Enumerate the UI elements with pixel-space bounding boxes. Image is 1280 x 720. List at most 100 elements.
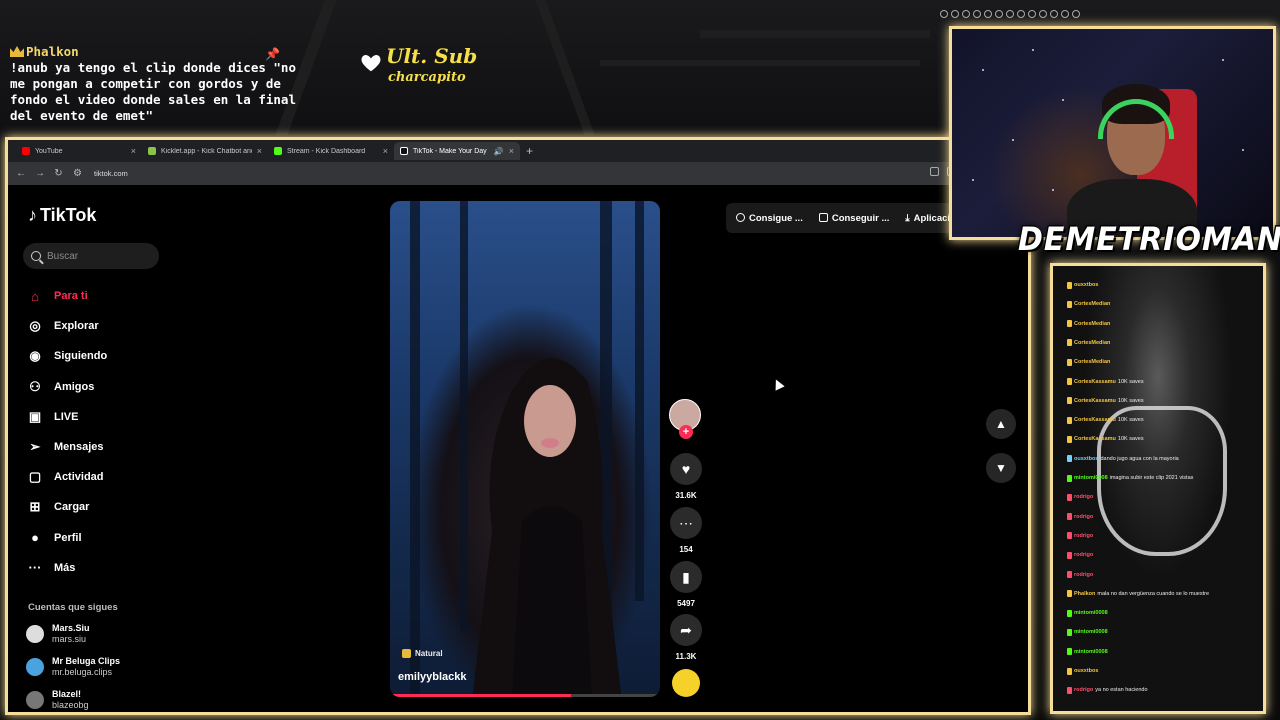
chat-username: rodrigo	[1074, 571, 1094, 578]
chat-text: mala no dan vergüenza cuando se lo muest…	[1097, 590, 1210, 597]
speaker-icon[interactable]: 🔊	[494, 147, 504, 156]
followed-account[interactable]: Mr Beluga Clips mr.beluga.clips	[26, 656, 120, 678]
profile-icon: ●	[31, 530, 39, 546]
search-icon	[31, 251, 41, 261]
account-name: Blazel!	[52, 689, 82, 699]
video-player[interactable]: Natural emilyyblackk	[390, 201, 660, 697]
chat-username: CortesKassamu	[1074, 397, 1116, 404]
share-icon: ➦	[670, 614, 702, 646]
video-progress-fill	[390, 694, 571, 697]
close-tab-icon[interactable]: ×	[509, 146, 514, 156]
crown-icon	[10, 46, 24, 57]
tab-youtube[interactable]: YouTube ×	[16, 142, 142, 160]
get-app-button[interactable]: Conseguir ...	[818, 212, 890, 224]
like-button[interactable]: ♥ 31.6K	[668, 453, 704, 500]
previous-video-button[interactable]: ▲	[986, 409, 1016, 439]
youtube-favicon-icon	[22, 147, 30, 155]
tab-kick-dashboard[interactable]: Stream - Kick Dashboard ×	[268, 142, 394, 160]
pinned-chat-message: Phalkon 📌 !anub ya tengo el clip donde d…	[10, 44, 300, 124]
avatar	[26, 691, 44, 709]
chat-badge-icon	[1067, 571, 1072, 578]
chat-username: CortesMedian	[1074, 301, 1111, 308]
comment-button[interactable]: ⋯ 154	[668, 507, 704, 554]
compass-icon: ◎	[29, 318, 41, 334]
chat-badge-icon	[1067, 397, 1072, 405]
site-info-icon[interactable]: ⚙	[73, 168, 82, 179]
comment-icon: ⋯	[670, 507, 702, 539]
share-count: 11.3K	[675, 652, 697, 661]
sidebar-item-label: Cargar	[54, 501, 90, 514]
chat-badge-icon	[1067, 339, 1072, 347]
get-app-label: Conseguir ...	[831, 212, 890, 224]
forward-icon[interactable]: →	[35, 168, 45, 179]
sidebar-item-label: Perfil	[54, 531, 82, 544]
home-icon: ⌂	[31, 288, 39, 304]
music-disc-icon[interactable]	[672, 669, 700, 697]
chat-text: ya no estan haciendo	[1095, 687, 1148, 694]
chat-message: CortesKassamu 10K saves	[1067, 396, 1144, 406]
kick-favicon-icon	[274, 147, 282, 155]
chat-username: CortesMedian	[1074, 339, 1111, 346]
close-tab-icon[interactable]: ×	[383, 146, 388, 156]
chat-badge-icon	[1067, 667, 1072, 675]
top-action-bar: Consigue ... Conseguir ... ⤓ Aplicación	[726, 203, 972, 233]
translate-icon[interactable]	[930, 167, 939, 176]
tab-tiktok[interactable]: TikTok - Make Your Day 🔊 ×	[394, 142, 520, 160]
sidebar-item-actividad[interactable]: ▢ Actividad	[26, 462, 206, 492]
account-handle: blazeobg	[52, 700, 89, 710]
chat-username: mintomi0008	[1074, 648, 1108, 655]
sidebar-item-amigos[interactable]: ⚇ Amigos	[26, 372, 206, 402]
sidebar-item-para-ti[interactable]: ⌂ Para ti	[26, 281, 206, 311]
sidebar-item-explorar[interactable]: ◎ Explorar	[26, 311, 206, 341]
chat-message: CortesMedian	[1067, 338, 1112, 348]
tab-strip: YouTube × Kicklet.app - Kick Chatbot and…	[8, 140, 1028, 162]
next-video-button[interactable]: ▼	[986, 453, 1016, 483]
url-field[interactable]: tiktok.com	[94, 169, 128, 178]
sidebar-nav: ⌂ Para ti ◎ Explorar ◉ Siguiendo ⚇ Amigos ▣ LIVE ➢…	[26, 281, 206, 583]
chat-message: mintomi0008 imagina subir este clip 2021 …	[1067, 473, 1193, 483]
tiktok-logo[interactable]: ♪ TikTok	[28, 205, 96, 226]
followed-account[interactable]: Blazel! blazeobg	[26, 689, 89, 711]
close-tab-icon[interactable]: ×	[131, 146, 136, 156]
chat-badge-icon	[1067, 435, 1072, 443]
chat-message: rodrigo	[1067, 512, 1095, 522]
followed-account[interactable]: Mars.Siu mars.siu	[26, 623, 90, 645]
follow-button[interactable]: +	[679, 425, 693, 439]
search-input[interactable]: Buscar	[23, 243, 159, 269]
chat-message: rodrigo	[1067, 492, 1095, 502]
sidebar-item-siguiendo[interactable]: ◉ Siguiendo	[26, 341, 206, 371]
chat-message: ouxxtbos	[1067, 280, 1100, 290]
sidebar-item-cargar[interactable]: ⊞ Cargar	[26, 492, 206, 522]
chat-badge-icon	[1067, 648, 1072, 656]
tab-kicklet[interactable]: Kicklet.app - Kick Chatbot and ×	[142, 142, 268, 160]
sidebar-item-mensajes[interactable]: ➢ Mensajes	[26, 432, 206, 462]
close-tab-icon[interactable]: ×	[257, 146, 262, 156]
webcam-feed	[949, 26, 1276, 240]
sidebar-item-más[interactable]: ··· Más	[26, 553, 206, 583]
tab-label: TikTok - Make Your Day	[413, 147, 487, 155]
video-username[interactable]: emilyyblackk	[398, 671, 467, 683]
following-icon: ◉	[29, 348, 41, 364]
chat-username: ouxxtbos	[1074, 668, 1099, 674]
share-button[interactable]: ➦ 11.3K	[668, 614, 704, 661]
chat-text: 10K saves	[1117, 417, 1144, 424]
new-tab-button[interactable]: +	[526, 144, 533, 158]
sidebar-item-live[interactable]: ▣ LIVE	[26, 402, 206, 432]
account-name: Mr Beluga Clips	[52, 656, 121, 666]
reload-icon[interactable]: ↻	[54, 168, 63, 179]
save-button[interactable]: ▮ 5497	[668, 561, 704, 608]
chat-message: CortesMedian	[1067, 319, 1112, 329]
account-name: Mars.Siu	[52, 623, 90, 633]
chat-text: 10K saves	[1117, 378, 1144, 385]
mouse-cursor	[771, 377, 785, 391]
back-icon[interactable]: ←	[16, 168, 26, 179]
sidebar-item-label: Actividad	[54, 471, 104, 484]
video-tag[interactable]: Natural	[402, 649, 443, 658]
stream-canvas: Phalkon 📌 !anub ya tengo el clip donde d…	[0, 0, 1280, 720]
sidebar-item-perfil[interactable]: ● Perfil	[26, 523, 206, 553]
video-progress-bar[interactable]	[390, 694, 660, 697]
save-count: 5497	[677, 599, 695, 608]
chat-message: rodrigo	[1067, 570, 1095, 580]
kicklet-favicon-icon	[148, 147, 156, 155]
get-coins-button[interactable]: Consigue ...	[736, 212, 803, 224]
